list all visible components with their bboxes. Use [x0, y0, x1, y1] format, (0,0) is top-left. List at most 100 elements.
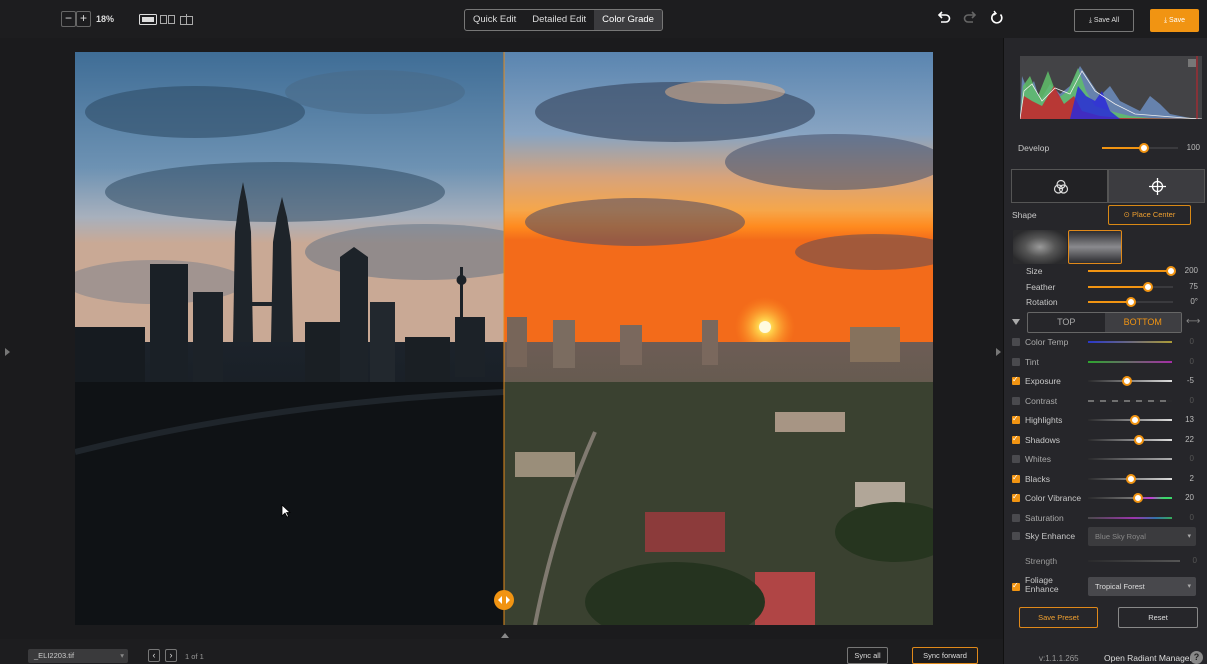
foliage-label-line2: Enhance — [1025, 584, 1059, 594]
save-button[interactable]: ⤓ Save — [1150, 9, 1199, 32]
strength-label: Strength — [1025, 556, 1058, 566]
whites-checkbox[interactable] — [1012, 455, 1020, 463]
color-vibrance-label: Color Vibrance — [1025, 493, 1082, 503]
slider-knob[interactable] — [1125, 473, 1136, 484]
color-vibrance-value: 20 — [1185, 493, 1194, 502]
filename: _ELI2203.tif — [34, 651, 75, 660]
size-label: Size — [1026, 266, 1043, 276]
color-vibrance-checkbox[interactable] — [1012, 492, 1020, 502]
contrast-checkbox[interactable] — [1012, 396, 1020, 405]
whites-slider[interactable] — [1088, 458, 1172, 460]
feather-value: 75 — [1189, 282, 1198, 291]
sky-enhance-dropdown[interactable]: Blue Sky Royal — [1088, 527, 1196, 546]
split-handle[interactable] — [494, 590, 514, 610]
help-icon[interactable]: ? — [1190, 651, 1203, 664]
version-label: v:1.1.1.265 — [1039, 654, 1079, 663]
undo-icon[interactable] — [936, 10, 952, 26]
saturation-value: 0 — [1189, 512, 1194, 522]
foliage-enhance-checkbox[interactable] — [1012, 581, 1020, 591]
foliage-enhance-label: Foliage Enhance — [1025, 576, 1059, 594]
sync-all-button[interactable]: Sync all — [847, 647, 888, 664]
saturation-label: Saturation — [1025, 512, 1064, 523]
color-vibrance-slider[interactable] — [1088, 497, 1172, 499]
foliage-enhance-dropdown[interactable]: Tropical Forest — [1088, 577, 1196, 596]
saturation-slider[interactable] — [1088, 516, 1172, 519]
tint-checkbox[interactable] — [1012, 357, 1020, 366]
target-icon: ⊙ — [1123, 210, 1132, 219]
slider-knob[interactable] — [1125, 297, 1136, 307]
shadows-slider[interactable] — [1088, 438, 1172, 441]
open-radiant-manager-link[interactable]: Open Radiant Manager — [1104, 653, 1192, 663]
linear-shape-thumbnail[interactable] — [1068, 230, 1122, 264]
color-temp-label: Color Temp — [1025, 337, 1069, 347]
tab-quick-edit[interactable]: Quick Edit — [465, 10, 524, 30]
tab-color-mask[interactable] — [1011, 169, 1108, 203]
bottom-bar: _ELI2203.tif ▾ ‹ › 1 of 1 Sync all Sync f… — [0, 639, 1003, 664]
place-center-button[interactable]: ⊙ Place Center — [1108, 205, 1191, 225]
histogram — [1019, 56, 1203, 120]
photo-preview[interactable] — [75, 52, 933, 625]
slider-knob[interactable] — [1143, 282, 1154, 292]
file-select[interactable]: _ELI2203.tif ▾ — [28, 649, 128, 663]
tab-detailed-edit[interactable]: Detailed Edit — [524, 10, 594, 30]
image-workspace — [0, 38, 1003, 639]
previous-image-button[interactable]: ‹ — [148, 649, 160, 662]
color-temp-slider[interactable] — [1088, 341, 1172, 343]
zoom-in-button[interactable]: + — [76, 11, 91, 27]
slider-knob[interactable] — [1138, 143, 1149, 153]
slider-knob[interactable] — [1134, 434, 1145, 445]
slider-knob[interactable] — [1130, 415, 1141, 425]
slider-fill — [1102, 147, 1144, 149]
sync-forward-button[interactable]: Sync forward — [912, 647, 978, 664]
tint-label: Tint — [1025, 356, 1039, 367]
collapse-right-panel-icon[interactable] — [996, 348, 1001, 356]
side-by-side-view-icon[interactable] — [160, 14, 175, 25]
radial-shape-thumbnail[interactable] — [1013, 230, 1067, 264]
blacks-checkbox[interactable] — [1012, 473, 1020, 483]
color-grade-panel: Develop 100 Shape ⊙ Place Center Size 20… — [1003, 38, 1207, 664]
contrast-slider[interactable] — [1088, 399, 1172, 402]
blacks-label: Blacks — [1025, 473, 1051, 484]
color-temp-checkbox[interactable] — [1012, 338, 1020, 346]
blacks-value: 2 — [1189, 473, 1194, 483]
tint-slider[interactable] — [1088, 360, 1172, 363]
edit-mode-switcher: Quick Edit Detailed Edit Color Grade — [464, 9, 663, 31]
shadows-label: Shadows — [1025, 434, 1060, 445]
shadows-checkbox[interactable] — [1012, 434, 1020, 444]
slider-fill — [1088, 270, 1172, 272]
bottom-option[interactable]: BOTTOM — [1104, 313, 1181, 332]
exposure-checkbox[interactable] — [1012, 375, 1020, 385]
highlights-checkbox[interactable] — [1012, 414, 1020, 424]
split-arrows-icon — [498, 596, 510, 604]
zoom-out-button[interactable]: − — [61, 11, 76, 27]
save-all-button[interactable]: ⤓ Save All — [1074, 9, 1134, 32]
collapse-section-icon[interactable] — [1012, 319, 1020, 325]
feather-label: Feather — [1026, 282, 1056, 292]
expand-left-panel-icon[interactable] — [5, 348, 10, 356]
strength-slider[interactable] — [1088, 560, 1180, 562]
contrast-label: Contrast — [1025, 395, 1058, 406]
next-image-button[interactable]: › — [165, 649, 177, 662]
slider-knob[interactable] — [1122, 376, 1133, 386]
sky-enhance-checkbox[interactable] — [1012, 532, 1020, 540]
exposure-label: Exposure — [1025, 376, 1061, 386]
reset-icon[interactable] — [989, 10, 1005, 26]
whites-value: 0 — [1189, 454, 1194, 463]
mouse-cursor-icon — [281, 504, 291, 518]
tab-radial-mask[interactable] — [1108, 169, 1205, 203]
top-option[interactable]: TOP — [1028, 313, 1105, 332]
single-view-icon[interactable] — [139, 14, 157, 25]
reset-button[interactable]: Reset — [1118, 607, 1198, 628]
swap-icon[interactable]: ⟷ — [1186, 316, 1200, 327]
page-count: 1 of 1 — [185, 652, 204, 661]
zoom-level: 18% — [96, 14, 115, 24]
expand-filmstrip-icon[interactable] — [501, 633, 509, 638]
redo-icon[interactable] — [962, 10, 978, 26]
saturation-checkbox[interactable] — [1012, 513, 1020, 522]
save-preset-button[interactable]: Save Preset — [1019, 607, 1098, 628]
save-label: Save — [1169, 17, 1185, 24]
color-temp-value: 0 — [1189, 337, 1194, 346]
slider-knob[interactable] — [1133, 493, 1144, 503]
tab-color-grade[interactable]: Color Grade — [594, 10, 662, 30]
split-view-icon[interactable] — [179, 14, 194, 25]
